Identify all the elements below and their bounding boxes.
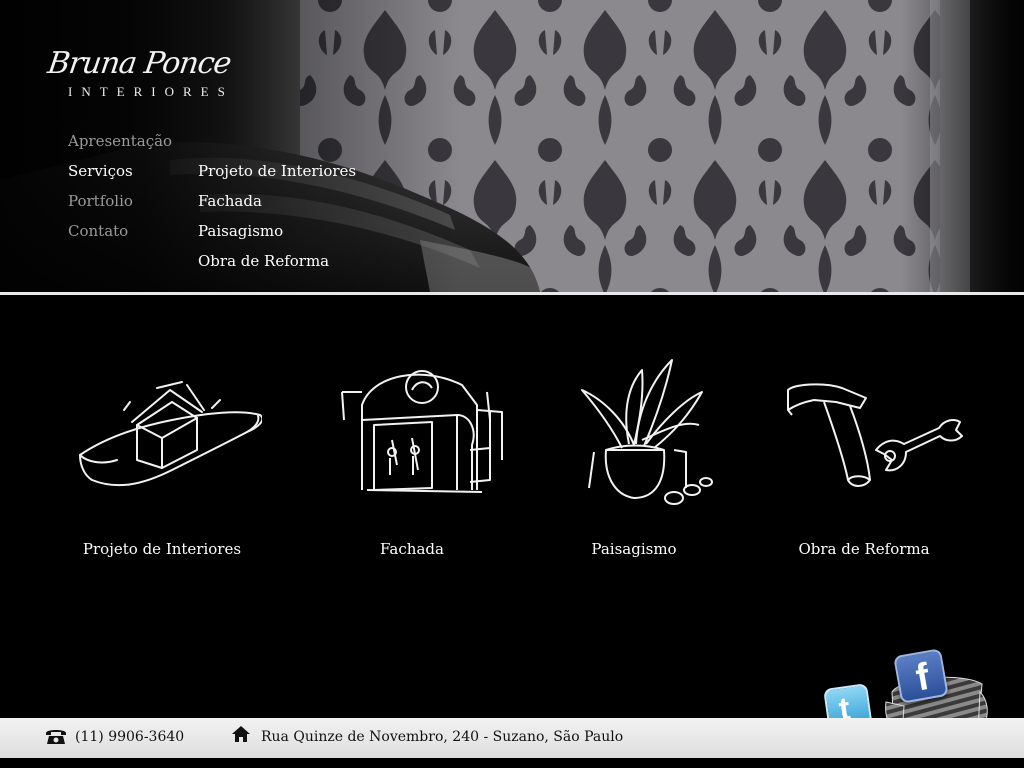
service-label: Projeto de Interiores (82, 540, 242, 558)
services-grid: Projeto de Interiores Fachada Paisagismo… (0, 340, 1024, 580)
nav-item-contato[interactable]: Contato (68, 221, 172, 251)
logo-script-text: Bruna Ponce (45, 46, 233, 81)
telephone-icon (46, 730, 66, 744)
brand-logo[interactable]: Bruna Ponce INTERIORES (45, 46, 288, 108)
hammer-wrench-icon (787, 383, 963, 487)
footer-bottom-strip (0, 758, 1024, 768)
submenu-item-projeto-interiores[interactable]: Projeto de Interiores (198, 161, 356, 191)
services-submenu: Projeto de Interiores Fachada Paisagismo… (198, 161, 356, 281)
submenu-item-fachada[interactable]: Fachada (198, 191, 356, 221)
address-text: Rua Quinze de Novembro, 240 - Suzano, Sã… (261, 729, 624, 745)
nav-item-apresentacao[interactable]: Apresentação (68, 131, 172, 161)
submenu-item-paisagismo[interactable]: Paisagismo (198, 221, 356, 251)
submenu-item-obra-reforma[interactable]: Obra de Reforma (198, 251, 356, 281)
main-nav: Apresentação Serviços Portfolio Contato (68, 131, 172, 251)
house-blueprint-icon (79, 381, 262, 487)
logo-subtitle: INTERIORES (68, 84, 234, 99)
phone-number[interactable]: (11) 9906-3640 (75, 729, 184, 745)
facebook-glyph: f (912, 655, 933, 700)
service-card-paisagismo[interactable]: Paisagismo (524, 340, 744, 558)
hero-divider (0, 292, 1024, 295)
service-card-obra-reforma[interactable]: Obra de Reforma (754, 340, 974, 558)
nav-item-portfolio[interactable]: Portfolio (68, 191, 172, 221)
footer-bar: (11) 9906-3640 Rua Quinze de Novembro, 2… (0, 718, 1024, 758)
service-card-fachada[interactable]: Fachada (302, 340, 522, 558)
hero-banner: Bruna Ponce INTERIORES Apresentação Serv… (0, 0, 1024, 292)
potted-plant-icon (581, 359, 713, 505)
service-label: Paisagismo (591, 540, 677, 558)
home-icon (232, 726, 250, 742)
service-card-projeto-interiores[interactable]: Projeto de Interiores (52, 340, 272, 558)
service-label: Fachada (380, 540, 444, 558)
facebook-icon[interactable]: f (893, 648, 949, 704)
service-label: Obra de Reforma (798, 540, 930, 558)
storefront-icon (341, 370, 503, 493)
nav-item-servicos[interactable]: Serviços (68, 161, 172, 191)
